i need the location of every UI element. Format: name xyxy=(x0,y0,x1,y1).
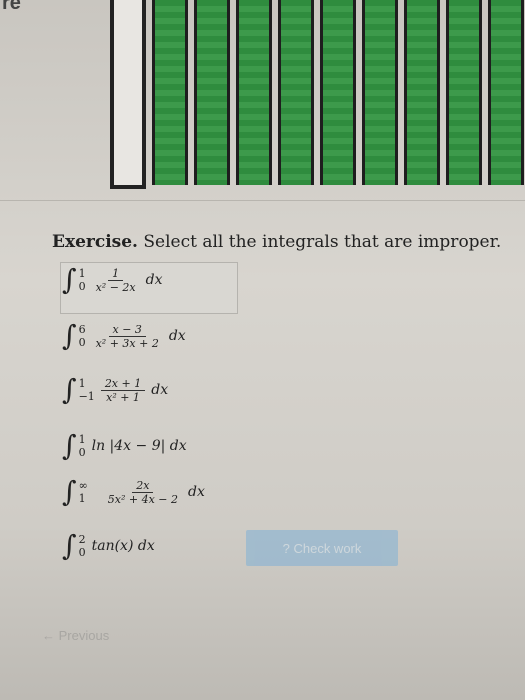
lower-limit: 0 xyxy=(78,280,86,293)
check-work-button[interactable]: ? Check work xyxy=(246,530,398,566)
integral-sign: ∫ xyxy=(62,429,77,462)
progress-bar xyxy=(404,0,440,185)
upper-limit: 1 xyxy=(78,267,86,280)
progress-bar xyxy=(488,0,524,185)
differential: dx xyxy=(168,328,186,344)
previous-label: Previous xyxy=(58,628,110,643)
upper-limit: ∞ xyxy=(78,479,88,492)
lower-limit: 0 xyxy=(78,446,86,459)
progress-bar xyxy=(194,0,230,185)
integrand-fraction: 2x + 1 x² + 1 xyxy=(100,377,146,404)
integrand: tan(x) dx xyxy=(91,538,155,554)
exercise-label: Exercise. xyxy=(52,232,138,252)
integral-sign: ∫ xyxy=(62,263,77,296)
upper-limit: 1 xyxy=(78,433,86,446)
integral-sign: ∫ xyxy=(62,373,77,406)
progress-bar xyxy=(320,0,356,185)
integral-option-1[interactable]: ∫ 10 1 x² − 2x dx xyxy=(62,266,162,294)
integrand-fraction: 2x 5x² + 4x − 2 xyxy=(107,478,178,506)
lower-limit: 1 xyxy=(78,492,86,505)
integral-option-6[interactable]: ∫ 20 tan(x) dx xyxy=(62,532,155,560)
integral-sign: ∫ xyxy=(62,319,77,352)
previous-button[interactable]: ← Previous xyxy=(36,627,115,644)
progress-bar xyxy=(362,0,398,185)
lower-limit: 0 xyxy=(78,546,86,559)
progress-bar xyxy=(446,0,482,185)
progress-bar xyxy=(152,0,188,185)
upper-limit: 6 xyxy=(78,323,86,336)
upper-limit: 1 xyxy=(78,377,86,390)
integrand-fraction: 1 x² − 2x xyxy=(95,266,136,294)
integral-option-5[interactable]: ∫ ∞ 1 2x 5x² + 4x − 2 dx xyxy=(62,478,205,506)
divider xyxy=(0,200,525,201)
differential: dx xyxy=(151,382,169,398)
exercise-text: Select all the integrals that are improp… xyxy=(143,232,502,252)
progress-bars xyxy=(0,0,525,200)
integrand: ln |4x − 9| dx xyxy=(91,438,187,454)
differential: dx xyxy=(145,272,163,288)
progress-bar xyxy=(278,0,314,185)
lower-limit: −1 xyxy=(78,390,95,403)
help-icon: ? xyxy=(282,540,290,556)
arrow-left-icon: ← xyxy=(42,628,55,643)
progress-bar xyxy=(236,0,272,185)
integral-sign: ∫ xyxy=(62,529,77,562)
exercise-prompt: Exercise. Select all the integrals that … xyxy=(52,232,501,252)
progress-bar-empty xyxy=(110,0,146,189)
lower-limit: 0 xyxy=(78,336,86,349)
integral-sign: ∫ xyxy=(62,475,77,508)
check-work-label: Check work xyxy=(293,540,362,556)
differential: dx xyxy=(188,484,205,500)
integral-option-4[interactable]: ∫ 10 ln |4x − 9| dx xyxy=(62,432,187,460)
integral-option-3[interactable]: ∫ 1 −1 2x + 1 x² + 1 dx xyxy=(62,376,168,404)
integrand-fraction: x − 3 x² + 3x + 2 xyxy=(95,322,159,350)
integral-option-2[interactable]: ∫ 60 x − 3 x² + 3x + 2 dx xyxy=(62,322,186,350)
upper-limit: 2 xyxy=(78,533,86,546)
